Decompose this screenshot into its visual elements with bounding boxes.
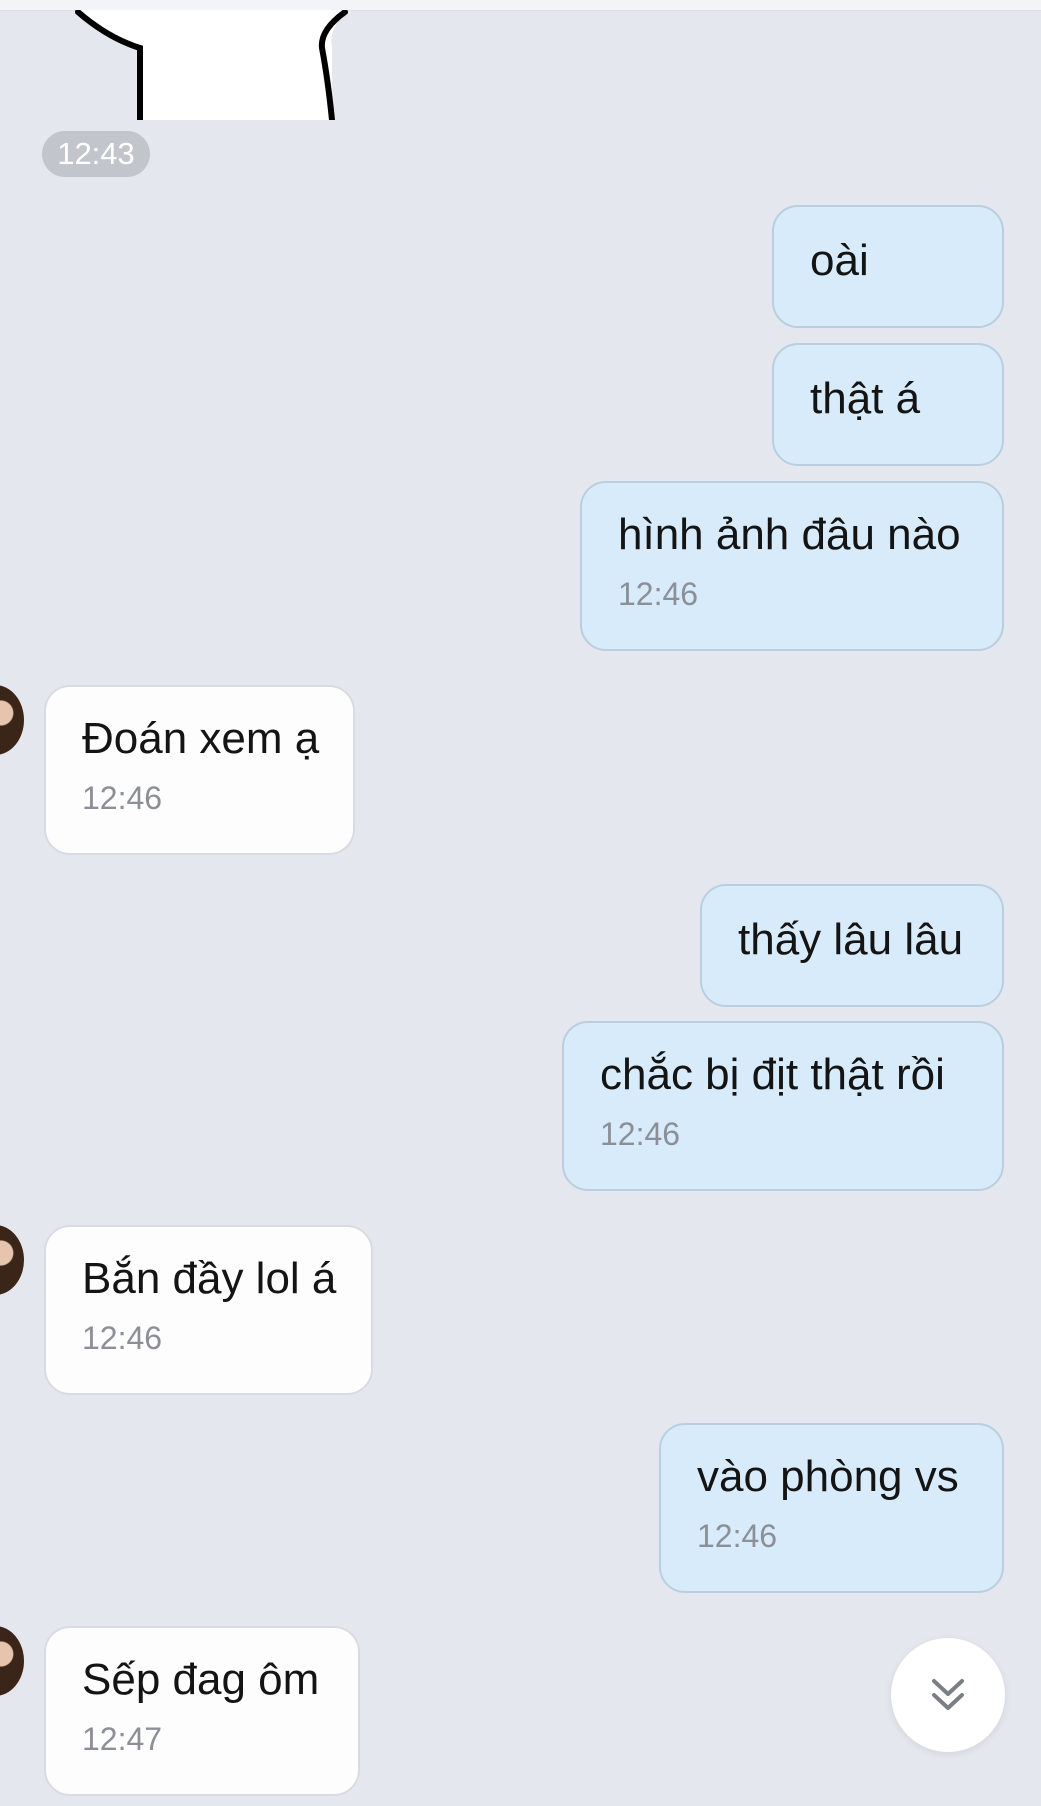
message-bubble-incoming[interactable]: Bắn đầy lol á 12:46 [44,1225,373,1395]
message-time: 12:46 [697,1518,778,1554]
time-separator: 12:43 [42,131,150,177]
message-text: oài [810,236,869,285]
message-text: Sếp đag ôm [82,1655,320,1704]
message-text: vào phòng vs [697,1452,959,1501]
message-text: Đoán xem ạ [82,714,320,763]
scroll-to-bottom-button[interactable] [891,1638,1005,1752]
contact-avatar[interactable] [0,1225,24,1295]
sticker-image[interactable] [70,10,350,120]
message-time: 12:46 [600,1116,681,1152]
message-time: 12:46 [618,576,699,612]
message-time: 12:46 [82,780,163,816]
double-chevron-down-icon [932,1679,964,1710]
contact-avatar[interactable] [0,685,24,755]
message-text: chắc bị địt thật rồi [600,1050,945,1099]
message-bubble-outgoing[interactable]: thật á [772,343,1004,466]
message-bubble-incoming[interactable]: Sếp đag ôm 12:47 [44,1626,360,1796]
message-time: 12:46 [82,1320,163,1356]
message-bubble-outgoing[interactable]: oài [772,205,1004,328]
message-bubble-incoming[interactable]: Đoán xem ạ 12:46 [44,685,355,855]
message-bubble-outgoing[interactable]: chắc bị địt thật rồi 12:46 [562,1021,1004,1191]
message-text: thật á [810,374,921,423]
contact-avatar[interactable] [0,1626,24,1696]
message-bubble-outgoing[interactable]: vào phòng vs 12:46 [659,1423,1004,1593]
message-text: hình ảnh đâu nào [618,510,961,559]
message-text: Bắn đầy lol á [82,1254,337,1303]
message-bubble-outgoing[interactable]: hình ảnh đâu nào 12:46 [580,481,1004,651]
message-text: thấy lâu lâu [738,915,964,964]
message-bubble-outgoing[interactable]: thấy lâu lâu [700,884,1004,1007]
message-time: 12:47 [82,1721,163,1757]
